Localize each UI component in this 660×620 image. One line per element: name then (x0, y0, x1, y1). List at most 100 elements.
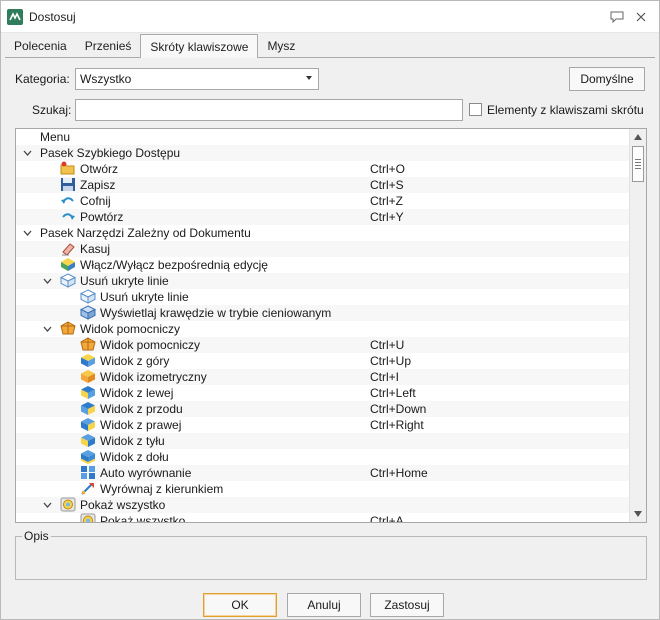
tree-row-name: Widok z przodu (100, 402, 183, 416)
tree-row[interactable]: Widok z prawej Ctrl+Right (16, 417, 629, 433)
tree-row[interactable]: Widok z przodu Ctrl+Down (16, 401, 629, 417)
customize-dialog: Dostosuj Polecenia Przenieś Skróty klawi… (0, 0, 660, 620)
tab-commands[interactable]: Polecenia (5, 35, 76, 57)
chevron-down-icon[interactable] (22, 228, 32, 238)
scroll-thumb[interactable] (632, 146, 644, 182)
keyboard-shortcuts-panel: Kategoria: Wszystko Domyślne Szukaj: Ele… (5, 57, 655, 585)
chevron-down-icon[interactable] (22, 148, 32, 158)
search-label: Szukaj: (32, 103, 72, 117)
tree-row[interactable]: Widok pomocniczy (16, 321, 629, 337)
scroll-down-icon[interactable] (634, 511, 642, 517)
tree-row-shortcut: Ctrl+Z (370, 194, 403, 208)
tree-row[interactable]: Powtórz Ctrl+Y (16, 209, 629, 225)
tree-row-name: Pasek Narzędzi Zależny od Dokumentu (40, 226, 251, 240)
redo-icon (60, 209, 76, 224)
category-value: Wszystko (80, 72, 132, 86)
tree-row[interactable]: Auto wyrównanie Ctrl+Home (16, 465, 629, 481)
tree-row[interactable]: Wyświetlaj krawędzie w trybie cieniowany… (16, 305, 629, 321)
direct-edit-icon (60, 257, 76, 272)
chevron-down-icon[interactable] (42, 500, 52, 510)
tree-row-name: Auto wyrównanie (100, 466, 192, 480)
tab-move[interactable]: Przenieś (76, 35, 141, 57)
tree-row-name: Widok z góry (100, 354, 170, 368)
tree-row[interactable]: Pasek Szybkiego Dostępu (16, 145, 629, 161)
tree-row[interactable]: Pasek Narzędzi Zależny od Dokumentu (16, 225, 629, 241)
tree-row-name: Zapisz (80, 178, 116, 192)
title-bar: Dostosuj (1, 1, 659, 33)
tree-row[interactable]: Pokaż wszystko Ctrl+A (16, 513, 629, 523)
tree-row-name: Widok z lewej (100, 386, 174, 400)
tree-row-shortcut: Ctrl+Left (370, 386, 416, 400)
app-logo-icon (7, 8, 23, 25)
tree-row[interactable]: Widok z lewej Ctrl+Left (16, 385, 629, 401)
tree-row[interactable]: Otwórz Ctrl+O (16, 161, 629, 177)
tree-row[interactable]: Pokaż wszystko (16, 497, 629, 513)
shortcuts-tree[interactable]: Menu Pasek Szybkiego Dostępu Otwórz Ctrl+O… (15, 128, 647, 523)
save-icon (60, 177, 76, 192)
apply-button[interactable]: Zastosuj (370, 593, 444, 617)
scroll-up-icon[interactable] (634, 134, 642, 140)
tree-row-name: Widok izometryczny (100, 370, 207, 384)
tree-row-shortcut: Ctrl+I (370, 370, 400, 384)
tree-row-name: Kasuj (80, 242, 111, 256)
tree-row[interactable]: Widok pomocniczy Ctrl+U (16, 337, 629, 353)
tree-row[interactable]: Kasuj (16, 241, 629, 257)
tree-header-label: Menu (40, 130, 71, 144)
aux-view-icon (60, 321, 76, 336)
tree-row[interactable]: Zapisz Ctrl+S (16, 177, 629, 193)
tree-row-name: Wyświetlaj krawędzie w trybie cieniowany… (100, 306, 332, 320)
tree-row[interactable]: Widok z tyłu (16, 433, 629, 449)
tree-row-shortcut: Ctrl+Down (370, 402, 427, 416)
category-select[interactable]: Wszystko (75, 68, 319, 90)
close-icon[interactable] (629, 7, 653, 27)
help-icon[interactable] (605, 7, 629, 27)
tree-row[interactable]: Widok z góry Ctrl+Up (16, 353, 629, 369)
window-title: Dostosuj (29, 9, 76, 24)
cancel-button[interactable]: Anuluj (287, 593, 361, 617)
tree-row-name: Otwórz (80, 162, 119, 176)
tree-row-name: Cofnij (80, 194, 111, 208)
tree-row-name: Pokaż wszystko (100, 514, 186, 523)
tree-rows: Menu Pasek Szybkiego Dostępu Otwórz Ctrl+O… (16, 129, 629, 523)
only-shortcuts-checkbox[interactable] (469, 103, 482, 116)
tree-header: Menu (16, 129, 629, 145)
align-direction-icon (80, 481, 96, 496)
tree-row[interactable]: Usuń ukryte linie (16, 289, 629, 305)
tree-row[interactable]: Włącz/Wyłącz bezpośrednią edycję (16, 257, 629, 273)
view-front-cube-icon (80, 401, 96, 416)
tree-row-shortcut: Ctrl+O (370, 162, 406, 176)
aux-view-icon (80, 337, 96, 352)
eraser-icon (60, 241, 76, 256)
zoom-all-icon (60, 497, 76, 512)
tree-row[interactable]: Usuń ukryte linie (16, 273, 629, 289)
tab-mouse[interactable]: Mysz (258, 35, 304, 57)
tree-row[interactable]: Wyrównaj z kierunkiem (16, 481, 629, 497)
hidden-lines-cube-icon (79, 289, 97, 304)
auto-align-icon (80, 465, 96, 480)
tab-strip: Polecenia Przenieś Skróty klawiszowe Mys… (5, 33, 655, 58)
category-label: Kategoria: (15, 72, 70, 86)
tree-row-name: Wyrównaj z kierunkiem (100, 482, 224, 496)
ok-button[interactable]: OK (203, 593, 277, 617)
only-shortcuts-label: Elementy z klawiszami skrótu (487, 103, 644, 117)
defaults-button[interactable]: Domyślne (569, 67, 645, 91)
chevron-down-icon[interactable] (42, 324, 52, 334)
chevron-down-icon[interactable] (42, 276, 52, 286)
tree-row-name: Widok z tyłu (100, 434, 165, 448)
tree-row-name: Włącz/Wyłącz bezpośrednią edycję (80, 258, 268, 272)
description-label: Opis (22, 529, 51, 543)
tree-scrollbar[interactable] (629, 129, 646, 522)
tree-row-name: Widok z prawej (100, 418, 182, 432)
tree-row[interactable]: Widok izometryczny Ctrl+I (16, 369, 629, 385)
view-right-cube-icon (80, 417, 96, 432)
tab-keyboard-shortcuts[interactable]: Skróty klawiszowe (140, 34, 259, 58)
tree-row[interactable]: Cofnij Ctrl+Z (16, 193, 629, 209)
view-back-cube-icon (80, 433, 96, 448)
search-input[interactable] (75, 99, 463, 121)
undo-icon (60, 193, 76, 208)
tree-row-name: Usuń ukryte linie (100, 290, 189, 304)
open-folder-icon (60, 161, 76, 176)
tree-row-name: Pasek Szybkiego Dostępu (40, 146, 181, 160)
description-group: Opis (15, 529, 647, 580)
tree-row[interactable]: Widok z dołu (16, 449, 629, 465)
